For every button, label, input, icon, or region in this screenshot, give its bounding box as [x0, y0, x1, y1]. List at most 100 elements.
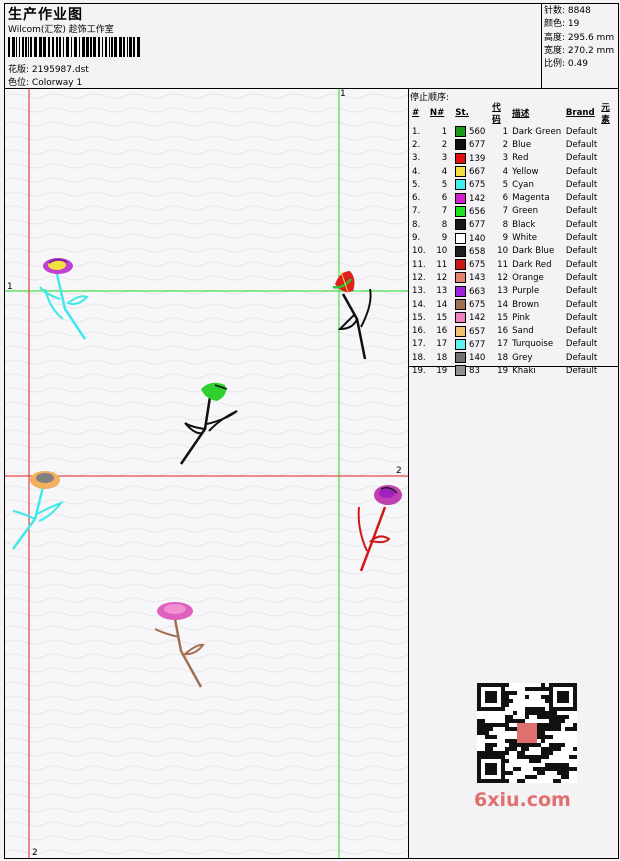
row-description: Purple: [512, 286, 540, 297]
row-description: Black: [512, 219, 536, 230]
thread-row: 16. 16 657 16 Sand Default: [410, 324, 620, 337]
design-label: 花版:: [8, 65, 30, 75]
row-needle: 16: [436, 326, 448, 337]
row-element: [599, 205, 620, 218]
thread-swatch: [455, 352, 467, 364]
thread-swatch: [455, 285, 467, 297]
row-element: [599, 178, 620, 191]
row-code: 17: [497, 339, 509, 350]
thread-swatch: [455, 325, 467, 337]
row-code: 2: [502, 139, 509, 150]
row-index: 2.: [412, 139, 421, 150]
row-stitches: 677: [453, 218, 490, 231]
stat-colors: 颜色: 19: [544, 19, 580, 30]
thread-swatch: [455, 312, 467, 324]
row-description: Orange: [512, 272, 544, 283]
row-brand: Default: [565, 246, 598, 257]
row-element: [599, 285, 620, 298]
row-needle: 10: [436, 246, 448, 257]
design-preview: [5, 89, 408, 858]
row-code: 8: [502, 219, 509, 230]
row-index: 18.: [412, 352, 426, 363]
row-code: 12: [497, 272, 509, 283]
row-code: 9: [502, 233, 509, 244]
thread-swatch: [455, 179, 467, 191]
row-element: [599, 231, 620, 244]
row-needle: 2: [441, 139, 448, 150]
row-index: 15.: [412, 312, 426, 323]
col-brand: Brand: [565, 108, 595, 118]
row-needle: 1: [441, 126, 448, 137]
row-element: [599, 364, 620, 377]
row-stitches: 560: [453, 125, 490, 138]
row-index: 5.: [412, 179, 421, 190]
row-description: Dark Blue: [512, 246, 555, 257]
row-needle: 7: [441, 206, 448, 217]
row-element: [599, 258, 620, 271]
row-index: 13.: [412, 286, 426, 297]
row-code: 4: [502, 166, 509, 177]
row-stitches: 663: [453, 285, 490, 298]
row-index: 1.: [412, 126, 421, 137]
row-code: 19: [497, 365, 509, 376]
thread-row: 6. 6 142 6 Magenta Default: [410, 191, 620, 204]
row-brand: Default: [565, 259, 598, 270]
row-code: 6: [502, 193, 509, 204]
row-stitches: 675: [453, 298, 490, 311]
row-stitches: 143: [453, 271, 490, 284]
stat-stitches: 针数: 8848: [544, 6, 591, 16]
row-stitches: 83: [453, 364, 490, 377]
thread-row: 19. 19 83 19 Khaki Default: [410, 364, 620, 377]
thread-row: 15. 15 142 15 Pink Default: [410, 311, 620, 324]
col-code: 代码: [492, 103, 501, 125]
row-index: 17.: [412, 339, 426, 350]
row-stitches: 656: [453, 205, 490, 218]
row-index: 19.: [412, 365, 426, 376]
row-description: Yellow: [512, 166, 539, 177]
thread-swatch: [455, 139, 467, 151]
design-value: 2195987.dst: [31, 65, 89, 75]
row-element: [599, 338, 620, 351]
thread-swatch: [455, 272, 467, 284]
row-stitches: 658: [453, 245, 490, 258]
row-brand: Default: [565, 352, 598, 363]
row-brand: Default: [565, 326, 598, 337]
row-index: 9.: [412, 233, 421, 244]
studio-subtitle: Wilcom(汇宏) 趁饰工作室: [8, 25, 114, 35]
stat-scale: 比例: 0.49: [544, 59, 588, 70]
stat-height: 高度: 295.6 mm: [544, 32, 615, 43]
row-element: [599, 351, 620, 364]
row-description: Grey: [512, 352, 533, 363]
row-needle: 8: [441, 219, 448, 230]
barcode: [8, 37, 140, 57]
row-description: Turquoise: [512, 339, 554, 350]
stat-width: 宽度: 270.2 mm: [544, 45, 615, 56]
row-element: [599, 218, 620, 231]
preview-svg: [5, 89, 408, 858]
row-element: [599, 324, 620, 337]
thread-row: 3. 3 139 3 Red Default: [410, 152, 620, 165]
row-stitches: 139: [453, 152, 490, 165]
thread-row: 14. 14 675 14 Brown Default: [410, 298, 620, 311]
row-code: 1: [502, 126, 509, 137]
row-brand: Default: [565, 299, 598, 310]
row-description: Khaki: [512, 365, 536, 376]
row-needle: 19: [436, 365, 448, 376]
row-index: 8.: [412, 219, 421, 230]
row-code: 15: [497, 312, 509, 323]
thread-row: 4. 4 667 4 Yellow Default: [410, 165, 620, 178]
qr-code: [477, 683, 577, 783]
row-element: [599, 311, 620, 324]
row-brand: Default: [565, 365, 598, 376]
row-stitches: 140: [453, 231, 490, 244]
thread-row: 11. 11 675 11 Dark Red Default: [410, 258, 620, 271]
row-brand: Default: [565, 206, 598, 217]
row-element: [599, 271, 620, 284]
row-needle: 13: [436, 286, 448, 297]
thread-row: 17. 17 677 17 Turquoise Default: [410, 338, 620, 351]
row-description: Cyan: [512, 179, 534, 190]
thread-row: 7. 7 656 7 Green Default: [410, 205, 620, 218]
col-needle: N#: [429, 108, 445, 118]
row-needle: 17: [436, 339, 448, 350]
row-code: 14: [497, 299, 509, 310]
